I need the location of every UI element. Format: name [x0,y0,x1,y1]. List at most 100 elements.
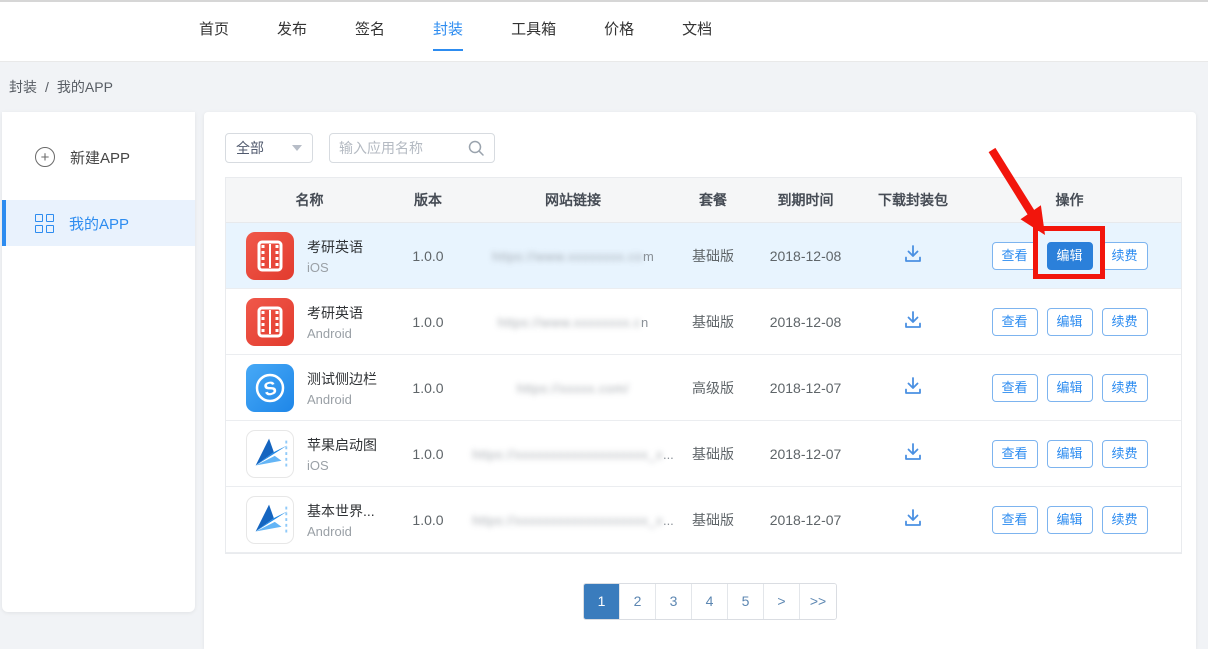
app-name-cell: 基本世界...Android [226,496,393,544]
plus-circle-icon: + [35,147,55,167]
pagination: 1 2 3 4 5 > >> [583,583,837,620]
nav-item-publish[interactable]: 发布 [277,13,307,51]
app-url-redacted: https://www.xxxxxxxx.com [492,249,654,264]
page-next-button[interactable]: > [764,584,800,619]
app-plan: 高级版 [683,378,743,398]
app-version: 1.0.0 [393,248,463,264]
actions-cell: 查看编辑续费 [958,440,1181,468]
app-expire-date: 2018-12-07 [743,446,868,462]
download-icon [902,507,924,529]
chevron-down-icon [292,145,302,151]
app-name-cell: 考研英语 Android [226,298,393,346]
app-name-cell: S测试侧边栏Android [226,364,393,412]
filter-row: 全部 [225,133,495,163]
page-button-4[interactable]: 4 [692,584,728,619]
sidebar-new-app-label: 新建APP [70,147,130,168]
download-package-button[interactable] [902,309,924,334]
edit-button[interactable]: 编辑 [1047,308,1093,336]
app-plan: 基础版 [683,510,743,530]
dropdown-selected-value: 全部 [236,138,264,158]
app-platform: Android [307,326,363,341]
download-package-button[interactable] [902,507,924,532]
sidebar-item-my-app[interactable]: 我的APP [2,200,195,246]
table-header-row: 名称 版本 网站链接 套餐 到期时间 下载封装包 操作 [226,178,1181,223]
download-icon [902,441,924,463]
actions-cell: 查看编辑续费 [958,374,1181,402]
column-header-url: 网站链接 [463,190,683,210]
download-package-button[interactable] [902,243,924,268]
page-button-2[interactable]: 2 [620,584,656,619]
app-name: 基本世界... [307,501,375,521]
nav-item-home[interactable]: 首页 [199,13,229,51]
top-navigation: 首页 发布 签名 封装 工具箱 价格 文档 [0,0,1208,62]
breadcrumb-section[interactable]: 封装 [9,77,37,97]
sidebar-item-new-app[interactable]: + 新建APP [2,134,195,180]
category-dropdown[interactable]: 全部 [225,133,313,163]
actions-cell: 查看编辑续费 [958,506,1181,534]
edit-button[interactable]: 编辑 [1047,440,1093,468]
sidebar-my-app-label: 我的APP [69,213,129,234]
column-header-download: 下载封装包 [868,190,958,210]
app-table: 名称 版本 网站链接 套餐 到期时间 下载封装包 操作 考研英语iOS1.0.0… [225,177,1182,554]
renew-button[interactable]: 续费 [1102,440,1148,468]
app-name: 苹果启动图 [307,435,377,455]
view-button[interactable]: 查看 [992,506,1038,534]
breadcrumb-current-page: 我的APP [57,77,113,97]
renew-button[interactable]: 续费 [1102,506,1148,534]
nav-item-docs[interactable]: 文档 [682,13,712,51]
download-icon [902,309,924,331]
app-url-redacted: https://xxxxxxxxxxxxxxxxxxx_x... [472,447,674,462]
search-input[interactable] [339,140,467,156]
table-row: 苹果启动图iOS1.0.0https://xxxxxxxxxxxxxxxxxxx… [226,421,1181,487]
grid-icon [35,214,54,233]
nav-item-package-active[interactable]: 封装 [433,13,463,51]
nav-item-pricing[interactable]: 价格 [604,13,634,51]
table-row: 考研英语Android1.0.0https://www.xxxxxxxx.cn基… [226,289,1181,355]
download-package-button[interactable] [902,441,924,466]
column-header-expire: 到期时间 [743,190,868,210]
page-last-button[interactable]: >> [800,584,836,619]
breadcrumb-separator: / [45,79,49,95]
app-version: 1.0.0 [393,512,463,528]
view-button[interactable]: 查看 [992,374,1038,402]
table-row: 考研英语iOS1.0.0https://www.xxxxxxxx.com基础版2… [226,223,1181,289]
page-button-1[interactable]: 1 [584,584,620,619]
view-button[interactable]: 查看 [992,308,1038,336]
column-header-actions: 操作 [958,190,1181,210]
app-name: 考研英语 [307,237,363,257]
active-indicator-bar [2,200,6,246]
app-plan: 基础版 [683,312,743,332]
bird-app-icon [246,430,294,478]
download-icon [902,375,924,397]
app-name: 测试侧边栏 [307,369,377,389]
renew-button[interactable]: 续费 [1102,242,1148,270]
table-row: 基本世界...Android1.0.0https://xxxxxxxxxxxxx… [226,487,1181,553]
search-icon[interactable] [467,139,485,157]
view-button[interactable]: 查看 [992,440,1038,468]
actions-cell: 查看编辑续费 [958,308,1181,336]
view-button[interactable]: 查看 [992,242,1038,270]
renew-button[interactable]: 续费 [1102,308,1148,336]
page-button-5[interactable]: 5 [728,584,764,619]
app-version: 1.0.0 [393,446,463,462]
edit-button[interactable]: 编辑 [1047,374,1093,402]
column-header-name: 名称 [226,190,393,210]
edit-button[interactable]: 编辑 [1047,506,1093,534]
edit-button[interactable]: 编辑 [1047,242,1093,270]
page-button-3[interactable]: 3 [656,584,692,619]
renew-button[interactable]: 续费 [1102,374,1148,402]
nav-item-toolbox[interactable]: 工具箱 [511,13,556,51]
app-name: 考研英语 [307,303,363,323]
main-content-card: 全部 名称 版本 网站链接 套餐 到期时间 下载封装包 操作 考研英语iOS1.… [204,112,1196,649]
svg-text:S: S [262,377,279,400]
actions-cell: 查看编辑续费 [958,242,1181,270]
bird-app-icon [246,496,294,544]
app-plan: 基础版 [683,444,743,464]
film-app-icon [246,232,294,280]
search-box [329,133,495,163]
nav-item-signature[interactable]: 签名 [355,13,385,51]
download-package-button[interactable] [902,375,924,400]
app-version: 1.0.0 [393,314,463,330]
table-body: 考研英语iOS1.0.0https://www.xxxxxxxx.com基础版2… [226,223,1181,553]
column-header-plan: 套餐 [683,190,743,210]
